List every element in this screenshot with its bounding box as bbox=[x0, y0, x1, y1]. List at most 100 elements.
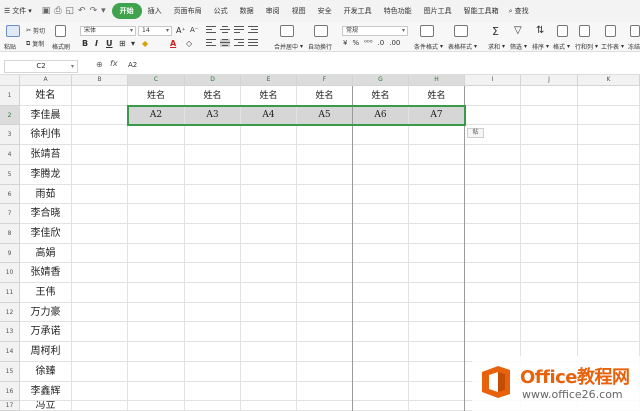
table-cell[interactable] bbox=[72, 362, 128, 382]
table-cell[interactable] bbox=[521, 106, 578, 125]
table-style-icon[interactable] bbox=[454, 25, 468, 37]
table-cell[interactable] bbox=[521, 224, 578, 244]
table-cell[interactable] bbox=[72, 303, 128, 322]
column-header[interactable]: F bbox=[297, 75, 353, 86]
name-box[interactable]: C2 bbox=[4, 60, 78, 73]
sort-icon[interactable]: ⇅ bbox=[536, 25, 544, 36]
worksheet-icon[interactable] bbox=[605, 25, 616, 37]
tab-review[interactable]: 审阅 bbox=[260, 3, 286, 19]
table-cell[interactable]: 徐利伟 bbox=[20, 125, 72, 145]
table-cell[interactable] bbox=[72, 86, 128, 106]
table-cell[interactable]: 姓名 bbox=[409, 86, 465, 106]
fx-icon[interactable]: fx bbox=[110, 59, 118, 68]
column-header[interactable]: D bbox=[185, 75, 241, 86]
table-cell[interactable] bbox=[297, 382, 353, 401]
table-cell[interactable] bbox=[409, 165, 465, 185]
table-cell[interactable] bbox=[353, 322, 409, 342]
row-header[interactable]: 12 bbox=[0, 303, 20, 322]
table-cell[interactable] bbox=[297, 244, 353, 263]
table-cell[interactable]: 姓名 bbox=[185, 86, 241, 106]
table-cell[interactable] bbox=[353, 342, 409, 362]
align-top-icon[interactable] bbox=[206, 26, 216, 34]
table-cell[interactable] bbox=[128, 244, 185, 263]
table-cell[interactable] bbox=[185, 283, 241, 303]
paste-options-button[interactable]: 粘 bbox=[467, 128, 484, 138]
table-cell[interactable] bbox=[409, 145, 465, 165]
table-cell[interactable]: 万力豪 bbox=[20, 303, 72, 322]
tab-data[interactable]: 数据 bbox=[234, 3, 260, 19]
table-cell[interactable]: 高娟 bbox=[20, 244, 72, 263]
row-header[interactable]: 3 bbox=[0, 125, 20, 145]
strikethrough-icon[interactable]: ⊞ bbox=[119, 39, 126, 48]
table-cell[interactable] bbox=[353, 401, 409, 411]
table-cell[interactable] bbox=[241, 185, 297, 204]
table-cell[interactable] bbox=[72, 125, 128, 145]
table-cell[interactable] bbox=[185, 165, 241, 185]
table-cell[interactable] bbox=[128, 125, 185, 145]
zoom-icon[interactable]: ⊕ bbox=[96, 60, 103, 69]
table-cell[interactable] bbox=[297, 224, 353, 244]
preview-icon[interactable]: ◱ bbox=[66, 6, 75, 16]
table-cell[interactable] bbox=[521, 145, 578, 165]
table-cell[interactable] bbox=[185, 322, 241, 342]
row-header[interactable]: 8 bbox=[0, 224, 20, 244]
sum-button[interactable]: 求和 ▾ bbox=[488, 42, 505, 51]
table-cell[interactable] bbox=[353, 244, 409, 263]
table-cell[interactable]: A2 bbox=[128, 106, 185, 125]
table-cell[interactable] bbox=[409, 342, 465, 362]
table-cell[interactable] bbox=[241, 362, 297, 382]
table-cell[interactable] bbox=[465, 106, 521, 125]
select-all-corner[interactable] bbox=[0, 75, 20, 86]
row-header[interactable]: 1 bbox=[0, 86, 20, 106]
table-cell[interactable] bbox=[241, 145, 297, 165]
table-cell[interactable] bbox=[465, 263, 521, 283]
table-cell[interactable] bbox=[409, 263, 465, 283]
table-cell[interactable] bbox=[409, 204, 465, 224]
table-cell[interactable] bbox=[353, 362, 409, 382]
table-cell[interactable]: 李佳欣 bbox=[20, 224, 72, 244]
table-cell[interactable] bbox=[297, 362, 353, 382]
table-cell[interactable] bbox=[72, 165, 128, 185]
fill-color-icon[interactable]: ◆ bbox=[142, 39, 148, 48]
table-cell[interactable] bbox=[128, 224, 185, 244]
table-cell[interactable] bbox=[185, 263, 241, 283]
table-cell[interactable] bbox=[578, 263, 640, 283]
table-cell[interactable] bbox=[72, 185, 128, 204]
table-cell[interactable] bbox=[465, 145, 521, 165]
table-cell[interactable] bbox=[578, 303, 640, 322]
thousands-icon[interactable]: ⁰⁰⁰ bbox=[364, 39, 372, 47]
column-header[interactable]: E bbox=[241, 75, 297, 86]
decrease-decimal-icon[interactable]: .00 bbox=[389, 39, 400, 47]
table-cell[interactable] bbox=[185, 382, 241, 401]
row-col-icon[interactable] bbox=[579, 25, 590, 37]
table-cell[interactable] bbox=[521, 303, 578, 322]
table-cell[interactable] bbox=[353, 185, 409, 204]
table-cell[interactable] bbox=[185, 125, 241, 145]
tab-view[interactable]: 视图 bbox=[286, 3, 312, 19]
table-cell[interactable] bbox=[241, 401, 297, 411]
percent-icon[interactable]: % bbox=[352, 39, 359, 47]
table-cell[interactable] bbox=[409, 382, 465, 401]
filter-icon[interactable]: ▽ bbox=[514, 25, 522, 36]
tab-smart-toolbox[interactable]: 智能工具箱 bbox=[458, 3, 505, 19]
tab-formulas[interactable]: 公式 bbox=[208, 3, 234, 19]
table-cell[interactable] bbox=[297, 283, 353, 303]
table-cell[interactable] bbox=[297, 165, 353, 185]
table-cell[interactable]: 周柯利 bbox=[20, 342, 72, 362]
table-cell[interactable] bbox=[128, 283, 185, 303]
table-cell[interactable] bbox=[72, 401, 128, 411]
merge-center-button[interactable]: 合并居中 ▾ bbox=[274, 42, 303, 51]
row-header[interactable]: 11 bbox=[0, 283, 20, 303]
tab-insert[interactable]: 插入 bbox=[142, 3, 168, 19]
table-cell[interactable] bbox=[297, 263, 353, 283]
increase-decimal-icon[interactable]: .0 bbox=[378, 39, 385, 47]
table-cell[interactable] bbox=[185, 185, 241, 204]
table-cell[interactable]: 李鑫辉 bbox=[20, 382, 72, 401]
table-cell[interactable] bbox=[353, 303, 409, 322]
table-cell[interactable] bbox=[241, 165, 297, 185]
table-cell[interactable] bbox=[465, 283, 521, 303]
table-cell[interactable] bbox=[185, 145, 241, 165]
table-cell[interactable] bbox=[72, 382, 128, 401]
table-cell[interactable] bbox=[72, 145, 128, 165]
table-cell[interactable] bbox=[128, 401, 185, 411]
